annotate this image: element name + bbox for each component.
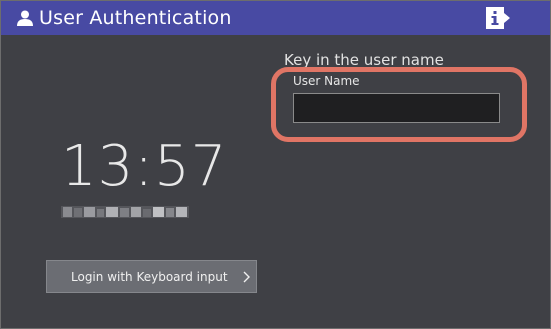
- title-bar: User Authentication: [1, 1, 550, 35]
- clock-time: 13:57: [61, 134, 228, 199]
- input-highlight-outline: [271, 67, 527, 142]
- info-icon[interactable]: [486, 7, 510, 29]
- login-with-keyboard-label: Login with Keyboard input: [71, 270, 228, 284]
- date-text-obscured: [61, 206, 189, 218]
- user-authentication-screen: User Authentication Key in the user name…: [0, 0, 551, 329]
- login-with-keyboard-button[interactable]: Login with Keyboard input: [46, 260, 257, 293]
- user-icon: [17, 10, 33, 26]
- chevron-right-icon: [243, 271, 250, 283]
- page-title: User Authentication: [39, 7, 232, 29]
